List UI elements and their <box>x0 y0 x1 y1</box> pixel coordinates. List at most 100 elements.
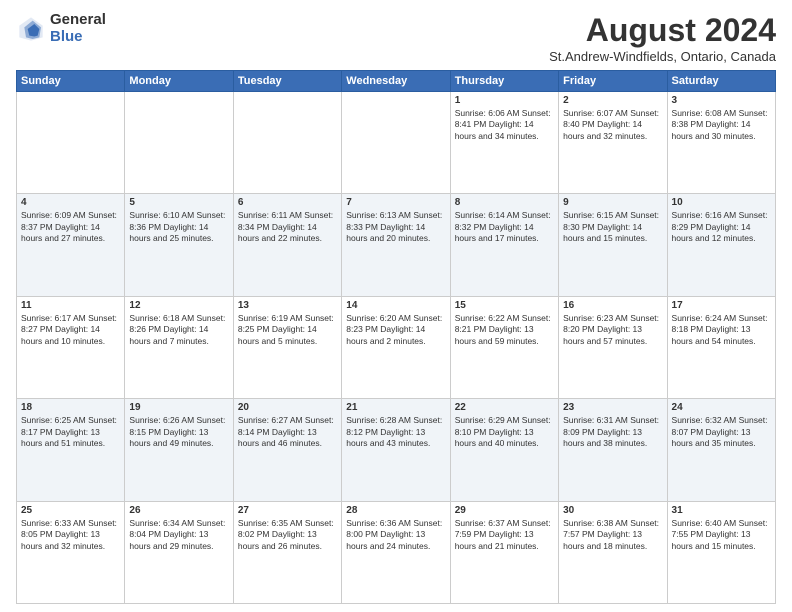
day-info-15: Sunrise: 6:22 AM Sunset: 8:21 PM Dayligh… <box>455 313 554 347</box>
day-cell-3-1: 19Sunrise: 6:26 AM Sunset: 8:15 PM Dayli… <box>125 399 233 501</box>
day-number-3: 3 <box>672 95 771 106</box>
day-cell-0-0 <box>17 92 125 194</box>
day-cell-0-5: 2 Sunrise: 6:07 AM Sunset: 8:40 PM Daylig… <box>559 92 667 194</box>
calendar-table: Sunday Monday Tuesday Wednesday Thursday… <box>16 70 776 604</box>
generalblue-logo-icon <box>16 14 46 44</box>
col-sunday: Sunday <box>17 71 125 92</box>
col-thursday: Thursday <box>450 71 558 92</box>
day-number-26: 26 <box>129 505 228 516</box>
day-cell-3-5: 23 Sunrise: 6:31 AM Sunset: 8:09 PM Dayli… <box>559 399 667 501</box>
title-block: August 2024 St.Andrew-Windfields, Ontari… <box>549 12 776 64</box>
day-number-25: 25 <box>21 505 120 516</box>
day-info-8: Sunrise: 6:14 AM Sunset: 8:32 PM Dayligh… <box>455 210 554 244</box>
day-cell-0-3 <box>342 92 450 194</box>
day-info-27: Sunrise: 6:35 AM Sunset: 8:02 PM Dayligh… <box>238 518 337 552</box>
week-row-4: 18 Sunrise: 6:25 AM Sunset: 8:17 PM Dayli… <box>17 399 776 501</box>
day-info-14: Sunrise: 6:20 AM Sunset: 8:23 PM Dayligh… <box>346 313 445 347</box>
day-info-26: Sunrise: 6:34 AM Sunset: 8:04 PM Dayligh… <box>129 518 228 552</box>
day-info-20: Sunrise: 6:27 AM Sunset: 8:14 PM Dayligh… <box>238 415 337 449</box>
day-info-3: Sunrise: 6:08 AM Sunset: 8:38 PM Dayligh… <box>672 108 771 142</box>
day-cell-2-6: 17 Sunrise: 6:24 AM Sunset: 8:18 PM Dayli… <box>667 296 775 398</box>
day-info-25: Sunrise: 6:33 AM Sunset: 8:05 PM Dayligh… <box>21 518 120 552</box>
day-number-11: 11 <box>21 300 120 311</box>
day-cell-3-6: 24 Sunrise: 6:32 AM Sunset: 8:07 PM Dayli… <box>667 399 775 501</box>
day-cell-2-0: 11 Sunrise: 6:17 AM Sunset: 8:27 PM Dayli… <box>17 296 125 398</box>
day-number-23: 23 <box>563 402 662 413</box>
calendar-location: St.Andrew-Windfields, Ontario, Canada <box>549 49 776 64</box>
day-number-22: 22 <box>455 402 554 413</box>
day-info-19: Sunrise: 6:26 AM Sunset: 8:15 PM Dayligh… <box>129 415 228 449</box>
day-info-24: Sunrise: 6:32 AM Sunset: 8:07 PM Dayligh… <box>672 415 771 449</box>
day-cell-0-2 <box>233 92 341 194</box>
day-info-2: Sunrise: 6:07 AM Sunset: 8:40 PM Dayligh… <box>563 108 662 142</box>
week-row-5: 25 Sunrise: 6:33 AM Sunset: 8:05 PM Dayli… <box>17 501 776 603</box>
day-info-5: Sunrise: 6:10 AM Sunset: 8:36 PM Dayligh… <box>129 210 228 244</box>
day-info-12: Sunrise: 6:18 AM Sunset: 8:26 PM Dayligh… <box>129 313 228 347</box>
day-cell-4-0: 25 Sunrise: 6:33 AM Sunset: 8:05 PM Dayli… <box>17 501 125 603</box>
day-number-24: 24 <box>672 402 771 413</box>
day-number-9: 9 <box>563 197 662 208</box>
day-info-6: Sunrise: 6:11 AM Sunset: 8:34 PM Dayligh… <box>238 210 337 244</box>
week-row-2: 4Sunrise: 6:09 AM Sunset: 8:37 PM Daylig… <box>17 194 776 296</box>
day-info-13: Sunrise: 6:19 AM Sunset: 8:25 PM Dayligh… <box>238 313 337 347</box>
day-cell-1-3: 7 Sunrise: 6:13 AM Sunset: 8:33 PM Daylig… <box>342 194 450 296</box>
day-number-7: 7 <box>346 197 445 208</box>
col-friday: Friday <box>559 71 667 92</box>
page: General Blue August 2024 St.Andrew-Windf… <box>0 0 792 612</box>
col-tuesday: Tuesday <box>233 71 341 92</box>
day-cell-1-5: 9 Sunrise: 6:15 AM Sunset: 8:30 PM Daylig… <box>559 194 667 296</box>
day-number-2: 2 <box>563 95 662 106</box>
day-cell-1-1: 5Sunrise: 6:10 AM Sunset: 8:36 PM Daylig… <box>125 194 233 296</box>
header: General Blue August 2024 St.Andrew-Windf… <box>16 12 776 64</box>
day-cell-0-6: 3 Sunrise: 6:08 AM Sunset: 8:38 PM Daylig… <box>667 92 775 194</box>
day-cell-3-2: 20 Sunrise: 6:27 AM Sunset: 8:14 PM Dayli… <box>233 399 341 501</box>
logo-text: General Blue <box>50 12 106 45</box>
day-number-30: 30 <box>563 505 662 516</box>
day-cell-1-4: 8 Sunrise: 6:14 AM Sunset: 8:32 PM Daylig… <box>450 194 558 296</box>
day-info-17: Sunrise: 6:24 AM Sunset: 8:18 PM Dayligh… <box>672 313 771 347</box>
day-number-15: 15 <box>455 300 554 311</box>
day-number-4: 4 <box>21 197 120 208</box>
day-info-9: Sunrise: 6:15 AM Sunset: 8:30 PM Dayligh… <box>563 210 662 244</box>
day-cell-2-3: 14 Sunrise: 6:20 AM Sunset: 8:23 PM Dayli… <box>342 296 450 398</box>
day-cell-3-4: 22 Sunrise: 6:29 AM Sunset: 8:10 PM Dayli… <box>450 399 558 501</box>
logo: General Blue <box>16 12 106 45</box>
day-info-31: Sunrise: 6:40 AM Sunset: 7:55 PM Dayligh… <box>672 518 771 552</box>
day-cell-1-2: 6 Sunrise: 6:11 AM Sunset: 8:34 PM Daylig… <box>233 194 341 296</box>
day-number-17: 17 <box>672 300 771 311</box>
day-number-12: 12 <box>129 300 228 311</box>
day-cell-2-1: 12 Sunrise: 6:18 AM Sunset: 8:26 PM Dayli… <box>125 296 233 398</box>
day-cell-1-0: 4Sunrise: 6:09 AM Sunset: 8:37 PM Daylig… <box>17 194 125 296</box>
day-info-11: Sunrise: 6:17 AM Sunset: 8:27 PM Dayligh… <box>21 313 120 347</box>
col-monday: Monday <box>125 71 233 92</box>
day-cell-2-2: 13Sunrise: 6:19 AM Sunset: 8:25 PM Dayli… <box>233 296 341 398</box>
day-info-7: Sunrise: 6:13 AM Sunset: 8:33 PM Dayligh… <box>346 210 445 244</box>
col-wednesday: Wednesday <box>342 71 450 92</box>
day-cell-2-4: 15 Sunrise: 6:22 AM Sunset: 8:21 PM Dayli… <box>450 296 558 398</box>
day-cell-4-1: 26 Sunrise: 6:34 AM Sunset: 8:04 PM Dayli… <box>125 501 233 603</box>
day-number-31: 31 <box>672 505 771 516</box>
day-number-8: 8 <box>455 197 554 208</box>
week-row-1: 1 Sunrise: 6:06 AM Sunset: 8:41 PM Daylig… <box>17 92 776 194</box>
calendar-title: August 2024 <box>549 12 776 49</box>
day-cell-4-2: 27Sunrise: 6:35 AM Sunset: 8:02 PM Dayli… <box>233 501 341 603</box>
day-cell-3-0: 18 Sunrise: 6:25 AM Sunset: 8:17 PM Dayli… <box>17 399 125 501</box>
logo-general-text: General <box>50 12 106 29</box>
day-info-23: Sunrise: 6:31 AM Sunset: 8:09 PM Dayligh… <box>563 415 662 449</box>
day-number-21: 21 <box>346 402 445 413</box>
day-info-29: Sunrise: 6:37 AM Sunset: 7:59 PM Dayligh… <box>455 518 554 552</box>
day-info-22: Sunrise: 6:29 AM Sunset: 8:10 PM Dayligh… <box>455 415 554 449</box>
day-cell-4-4: 29Sunrise: 6:37 AM Sunset: 7:59 PM Dayli… <box>450 501 558 603</box>
day-info-18: Sunrise: 6:25 AM Sunset: 8:17 PM Dayligh… <box>21 415 120 449</box>
day-number-14: 14 <box>346 300 445 311</box>
week-row-3: 11 Sunrise: 6:17 AM Sunset: 8:27 PM Dayli… <box>17 296 776 398</box>
day-number-20: 20 <box>238 402 337 413</box>
day-number-18: 18 <box>21 402 120 413</box>
day-info-10: Sunrise: 6:16 AM Sunset: 8:29 PM Dayligh… <box>672 210 771 244</box>
day-number-6: 6 <box>238 197 337 208</box>
day-cell-3-3: 21Sunrise: 6:28 AM Sunset: 8:12 PM Dayli… <box>342 399 450 501</box>
day-number-1: 1 <box>455 95 554 106</box>
day-info-1: Sunrise: 6:06 AM Sunset: 8:41 PM Dayligh… <box>455 108 554 142</box>
col-saturday: Saturday <box>667 71 775 92</box>
logo-blue-text: Blue <box>50 29 106 46</box>
